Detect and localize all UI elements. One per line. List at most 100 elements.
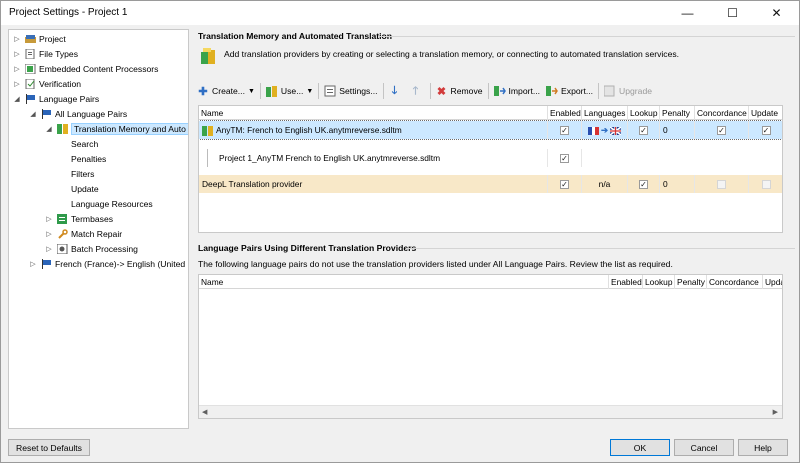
tree-item-french-english[interactable]: ▷ French (France)-> English (United <box>29 257 185 271</box>
expand-arrow-icon[interactable]: ▷ <box>45 215 53 223</box>
maximize-button[interactable]: ☐ <box>710 1 755 25</box>
column-header-lookup[interactable]: Lookup <box>643 275 675 289</box>
move-down-button[interactable]: 🡓 <box>386 82 407 100</box>
enabled-checkbox[interactable] <box>560 154 569 164</box>
minimize-icon: — <box>681 6 694 20</box>
chevron-down-icon[interactable]: ▼ <box>248 88 255 95</box>
enabled-checkbox[interactable] <box>560 180 569 190</box>
enabled-checkbox[interactable] <box>560 126 569 136</box>
tree-item-search[interactable]: Search <box>71 137 98 151</box>
tree-item-embedded-content-processors[interactable]: ▷ Embedded Content Processors <box>13 62 158 76</box>
use-button[interactable]: Use... ▼ <box>263 82 316 100</box>
column-header-penalty[interactable]: Penalty <box>660 106 695 120</box>
tm-toolbar: ✚ Create... ▼ Use... ▼ Settings... 🡓 🡑 ✖… <box>194 81 794 101</box>
column-header-concordance[interactable]: Concordance <box>707 275 763 289</box>
export-button[interactable]: Export... <box>543 82 596 100</box>
tree-item-update[interactable]: Update <box>71 182 99 196</box>
help-button[interactable]: Help <box>738 439 788 456</box>
horizontal-scrollbar[interactable]: ◀ ▶ <box>199 405 782 418</box>
tree-item-language-pairs[interactable]: ◢ Language Pairs <box>13 92 99 106</box>
chevron-down-icon[interactable]: ▼ <box>306 88 313 95</box>
close-button[interactable]: ✕ <box>754 1 799 25</box>
tm-group-title: Translation Memory and Automated Transla… <box>198 31 393 41</box>
tree-label: Verification <box>39 79 82 89</box>
upgrade-button[interactable]: Upgrade <box>601 82 655 100</box>
window-title: Project Settings - Project 1 <box>9 7 128 18</box>
column-header-update[interactable]: Update <box>749 106 782 120</box>
tm-row-name: Project 1_AnyTM French to English UK.any… <box>215 149 548 167</box>
tree-item-all-language-pairs[interactable]: ◢ All Language Pairs <box>29 107 127 121</box>
minimize-button[interactable]: — <box>665 1 710 25</box>
concordance-checkbox[interactable] <box>717 126 726 136</box>
reset-to-defaults-button[interactable]: Reset to Defaults <box>8 439 90 456</box>
flag-icon <box>25 94 36 104</box>
update-checkbox <box>761 180 771 190</box>
settings-button[interactable]: Settings... <box>321 82 380 100</box>
expand-arrow-icon[interactable]: ▷ <box>29 260 37 268</box>
expand-arrow-icon[interactable]: ▷ <box>13 80 21 88</box>
tree-item-termbases[interactable]: ▷ Termbases <box>45 212 113 226</box>
export-icon <box>546 85 558 97</box>
tree-item-project[interactable]: ▷ Project <box>13 32 65 46</box>
tree-item-filters[interactable]: Filters <box>71 167 94 181</box>
column-header-enabled[interactable]: Enabled <box>609 275 643 289</box>
column-header-penalty[interactable]: Penalty <box>675 275 707 289</box>
translation-memory-icon <box>202 125 213 136</box>
expand-arrow-icon[interactable]: ▷ <box>45 230 53 238</box>
collapse-arrow-icon[interactable]: ◢ <box>45 125 53 133</box>
embedded-content-icon <box>25 64 36 74</box>
concordance-cell <box>695 175 749 193</box>
termbase-icon <box>57 214 68 224</box>
lookup-checkbox[interactable] <box>639 180 648 190</box>
expand-arrow-icon[interactable]: ▷ <box>13 35 21 43</box>
lookup-checkbox[interactable] <box>639 126 648 136</box>
tm-row-project[interactable]: Project 1_AnyTM French to English UK.any… <box>199 149 782 167</box>
tree-item-translation-memory[interactable]: ◢ Translation Memory and Auto <box>45 122 188 136</box>
settings-icon <box>324 85 336 97</box>
scroll-right-icon[interactable]: ▶ <box>773 408 778 416</box>
lp-group-title: Language Pairs Using Different Translati… <box>198 243 417 253</box>
wrench-icon <box>57 229 68 239</box>
tree-item-file-types[interactable]: ▷ File Types <box>13 47 78 61</box>
column-header-enabled[interactable]: Enabled <box>548 106 582 120</box>
tree-item-batch-processing[interactable]: ▷ Batch Processing <box>45 242 138 256</box>
import-button[interactable]: Import... <box>491 82 544 100</box>
batch-processing-icon <box>57 244 68 254</box>
expand-arrow-icon[interactable]: ▷ <box>13 50 21 58</box>
tree-item-match-repair[interactable]: ▷ Match Repair <box>45 227 122 241</box>
tree-item-verification[interactable]: ▷ Verification <box>13 77 81 91</box>
collapse-arrow-icon[interactable]: ◢ <box>13 95 21 103</box>
concordance-checkbox <box>717 180 726 190</box>
tree-item-penalties[interactable]: Penalties <box>71 152 106 166</box>
column-header-lookup[interactable]: Lookup <box>628 106 660 120</box>
create-button[interactable]: ✚ Create... ▼ <box>194 82 258 100</box>
ok-label: OK <box>633 442 647 453</box>
penalty-cell[interactable]: 0 <box>660 121 695 139</box>
column-header-name[interactable]: Name <box>199 106 548 120</box>
ok-button[interactable]: OK <box>610 439 670 456</box>
collapse-arrow-icon[interactable]: ◢ <box>29 110 37 118</box>
scroll-left-icon[interactable]: ◀ <box>202 408 207 416</box>
column-header-languages[interactable]: Languages <box>582 106 628 120</box>
verification-icon <box>25 79 36 89</box>
tm-row-deepl[interactable]: DeepL Translation provider n/a 0 <box>199 175 782 193</box>
expand-arrow-icon[interactable]: ▷ <box>13 65 21 73</box>
remove-button[interactable]: ✖ Remove <box>433 82 486 100</box>
tree-label: Language Resources <box>71 199 153 209</box>
column-header-concordance[interactable]: Concordance <box>695 106 749 120</box>
column-header-update[interactable]: Upda <box>763 275 782 289</box>
group-divider <box>406 248 795 249</box>
arrow-down-icon: 🡓 <box>391 84 398 97</box>
update-checkbox[interactable] <box>761 126 771 136</box>
column-header-name[interactable]: Name <box>199 275 609 289</box>
tree-line <box>207 149 208 167</box>
move-up-button[interactable]: 🡑 <box>407 82 428 100</box>
penalty-cell[interactable]: 0 <box>660 175 695 193</box>
tree-item-language-resources[interactable]: Language Resources <box>71 197 153 211</box>
tm-row-anytm[interactable]: AnyTM: French to English UK.anytmreverse… <box>199 120 782 140</box>
concordance-cell <box>695 121 749 139</box>
cancel-button[interactable]: Cancel <box>674 439 734 456</box>
languages-cell: n/a <box>582 175 628 193</box>
file-types-icon <box>25 49 36 59</box>
expand-arrow-icon[interactable]: ▷ <box>45 245 53 253</box>
